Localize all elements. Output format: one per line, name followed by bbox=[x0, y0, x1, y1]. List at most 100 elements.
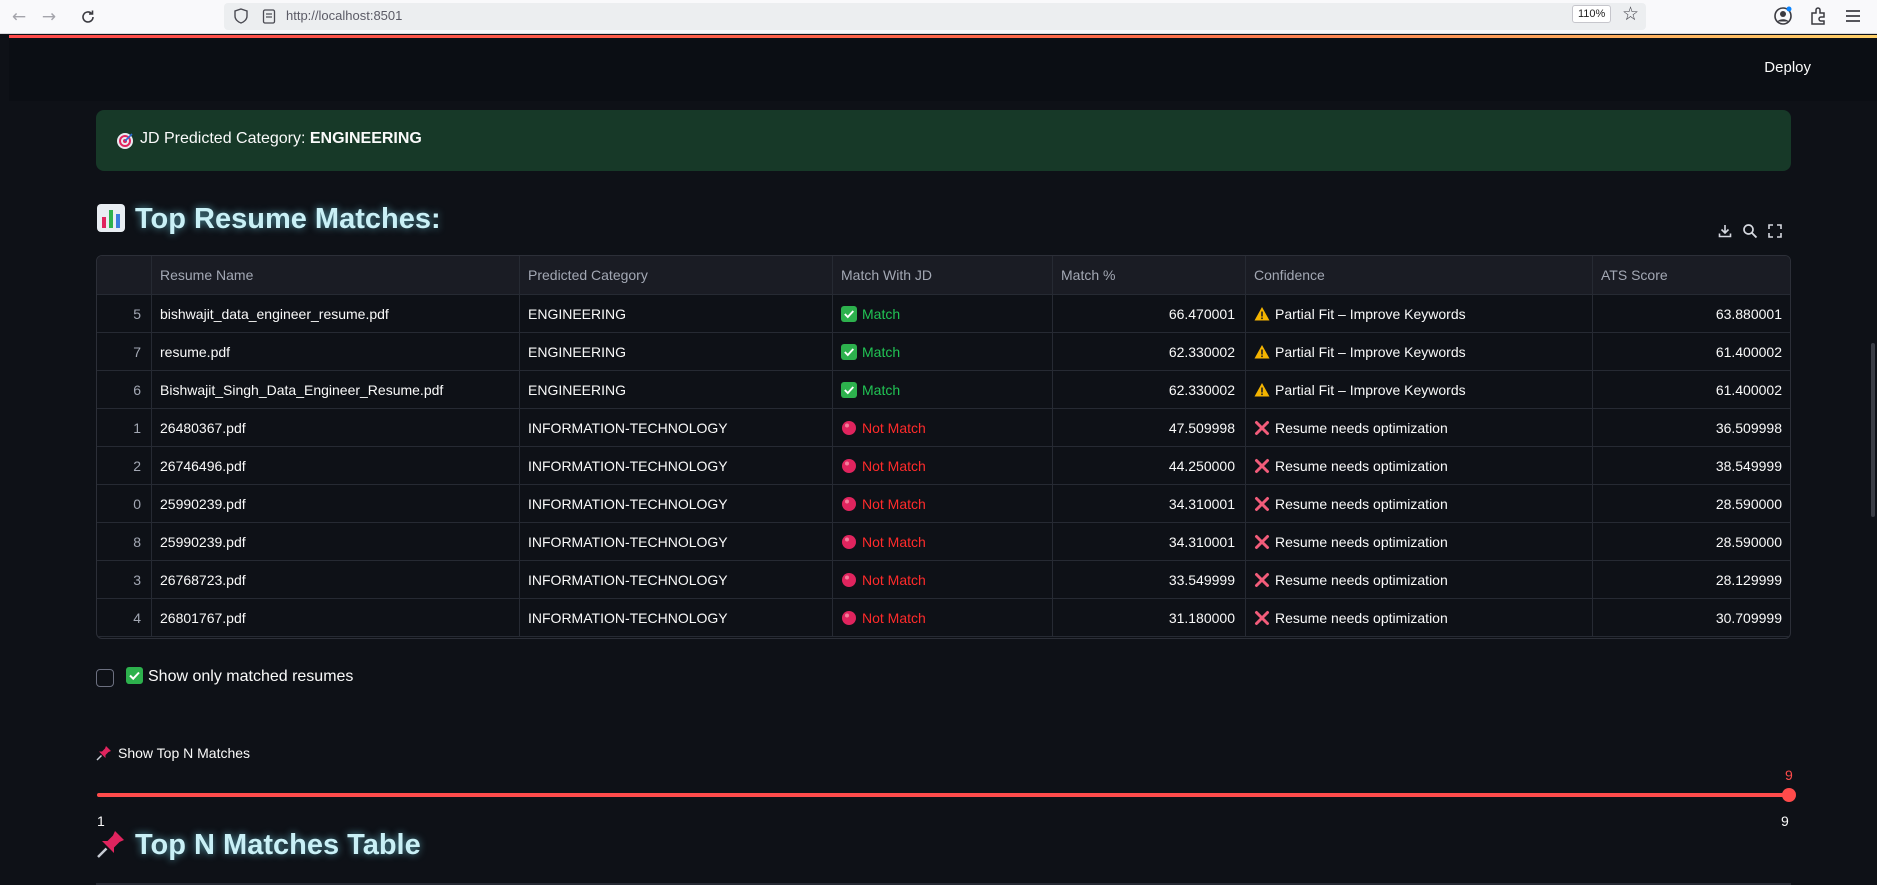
confidence-cell[interactable]: Partial Fit – Improve Keywords bbox=[1246, 333, 1593, 371]
column-header-match-percent[interactable]: Match % bbox=[1053, 256, 1246, 295]
resume-name-cell[interactable]: resume.pdf bbox=[152, 333, 520, 371]
table-row[interactable]: 5 bishwajit_data_engineer_resume.pdf ENGIN… bbox=[97, 295, 1790, 333]
ats-score-cell[interactable]: 28.129999 bbox=[1593, 561, 1790, 599]
match-status-cell[interactable]: Match bbox=[833, 371, 1053, 409]
resume-name-cell[interactable]: 25990239.pdf bbox=[152, 485, 520, 523]
table-row[interactable]: 7 resume.pdf ENGINEERING Match 62.330002 Part… bbox=[97, 333, 1790, 371]
forward-arrow-icon[interactable]: → bbox=[36, 5, 62, 29]
column-header-confidence[interactable]: Confidence bbox=[1246, 256, 1593, 295]
match-status-cell[interactable]: Not Match bbox=[833, 599, 1053, 637]
confidence-cell[interactable]: Resume needs optimization bbox=[1246, 523, 1593, 561]
confidence-cell[interactable]: Resume needs optimization bbox=[1246, 561, 1593, 599]
reload-icon[interactable] bbox=[75, 5, 101, 29]
match-status-cell[interactable]: Not Match bbox=[833, 561, 1053, 599]
resume-name-cell[interactable]: 26801767.pdf bbox=[152, 599, 520, 637]
page-info-icon[interactable] bbox=[262, 9, 276, 24]
row-index[interactable]: 8 bbox=[97, 523, 152, 561]
extensions-icon[interactable] bbox=[1807, 5, 1829, 27]
match-percent-cell[interactable]: 47.509998 bbox=[1053, 409, 1246, 447]
row-index[interactable]: 3 bbox=[97, 561, 152, 599]
predicted-category-cell[interactable]: ENGINEERING bbox=[520, 333, 833, 371]
match-percent-cell[interactable]: 62.330002 bbox=[1053, 371, 1246, 409]
resume-matches-table[interactable]: Resume Name Predicted Category Match Wit… bbox=[96, 255, 1791, 639]
column-header-index[interactable] bbox=[97, 256, 152, 295]
predicted-category-cell[interactable]: INFORMATION-TECHNOLOGY bbox=[520, 523, 833, 561]
match-status-cell[interactable]: Match bbox=[833, 333, 1053, 371]
menu-icon[interactable] bbox=[1842, 5, 1864, 27]
resume-name-cell[interactable]: Bishwajit_Singh_Data_Engineer_Resume.pdf bbox=[152, 371, 520, 409]
confidence-cell[interactable]: Partial Fit – Improve Keywords bbox=[1246, 371, 1593, 409]
column-header-resume-name[interactable]: Resume Name bbox=[152, 256, 520, 295]
zoom-level-badge[interactable]: 110% bbox=[1572, 5, 1612, 23]
ats-score-cell[interactable]: 28.590000 bbox=[1593, 523, 1790, 561]
url-text[interactable]: http://localhost:8501 bbox=[286, 8, 402, 23]
resume-name-cell[interactable]: bishwajit_data_engineer_resume.pdf bbox=[152, 295, 520, 333]
match-percent-cell[interactable]: 31.180000 bbox=[1053, 599, 1246, 637]
row-index[interactable]: 2 bbox=[97, 447, 152, 485]
scrollbar-thumb[interactable] bbox=[1871, 343, 1875, 517]
account-icon[interactable] bbox=[1772, 5, 1794, 27]
ats-score-cell[interactable]: 61.400002 bbox=[1593, 333, 1790, 371]
row-index[interactable]: 0 bbox=[97, 485, 152, 523]
back-arrow-icon[interactable]: ← bbox=[6, 5, 32, 29]
row-index[interactable]: 4 bbox=[97, 599, 152, 637]
resume-name-cell[interactable]: 26768723.pdf bbox=[152, 561, 520, 599]
match-percent-cell[interactable]: 66.470001 bbox=[1053, 295, 1246, 333]
predicted-category-cell[interactable]: INFORMATION-TECHNOLOGY bbox=[520, 447, 833, 485]
fullscreen-icon[interactable] bbox=[1767, 223, 1783, 239]
confidence-cell[interactable]: Resume needs optimization bbox=[1246, 409, 1593, 447]
column-header-predicted-category[interactable]: Predicted Category bbox=[520, 256, 833, 295]
predicted-category-cell[interactable]: INFORMATION-TECHNOLOGY bbox=[520, 561, 833, 599]
ats-score-cell[interactable]: 30.709999 bbox=[1593, 599, 1790, 637]
shield-icon[interactable] bbox=[234, 8, 248, 24]
ats-score-cell[interactable]: 63.880001 bbox=[1593, 295, 1790, 333]
checkbox-label[interactable]: Show only matched resumes bbox=[126, 667, 353, 686]
slider-thumb[interactable] bbox=[1782, 788, 1796, 802]
match-status-cell[interactable]: Not Match bbox=[833, 409, 1053, 447]
top-n-slider[interactable] bbox=[97, 788, 1796, 802]
ats-score-cell[interactable]: 28.590000 bbox=[1593, 485, 1790, 523]
predicted-category-cell[interactable]: INFORMATION-TECHNOLOGY bbox=[520, 485, 833, 523]
predicted-category-cell[interactable]: INFORMATION-TECHNOLOGY bbox=[520, 409, 833, 447]
table-row[interactable]: 1 26480367.pdf INFORMATION-TECHNOLOGY Not M… bbox=[97, 409, 1790, 447]
row-index[interactable]: 5 bbox=[97, 295, 152, 333]
match-status-cell[interactable]: Not Match bbox=[833, 485, 1053, 523]
confidence-cell[interactable]: Resume needs optimization bbox=[1246, 447, 1593, 485]
ats-score-cell[interactable]: 61.400002 bbox=[1593, 371, 1790, 409]
bookmark-star-icon[interactable]: ☆ bbox=[1622, 3, 1639, 25]
predicted-category-cell[interactable]: ENGINEERING bbox=[520, 371, 833, 409]
matched-only-checkbox[interactable] bbox=[96, 669, 114, 687]
resume-name-cell[interactable]: 25990239.pdf bbox=[152, 523, 520, 561]
table-row[interactable]: 8 25990239.pdf INFORMATION-TECHNOLOGY Not M… bbox=[97, 523, 1790, 561]
ats-score-cell[interactable]: 38.549999 bbox=[1593, 447, 1790, 485]
match-percent-cell[interactable]: 34.310001 bbox=[1053, 523, 1246, 561]
ats-score-cell[interactable]: 36.509998 bbox=[1593, 409, 1790, 447]
download-icon[interactable] bbox=[1717, 223, 1733, 239]
match-percent-cell[interactable]: 44.250000 bbox=[1053, 447, 1246, 485]
table-row[interactable]: 0 25990239.pdf INFORMATION-TECHNOLOGY Not M… bbox=[97, 485, 1790, 523]
match-status-cell[interactable]: Match bbox=[833, 295, 1053, 333]
table-row[interactable]: 3 26768723.pdf INFORMATION-TECHNOLOGY Not M… bbox=[97, 561, 1790, 599]
column-header-match-with-jd[interactable]: Match With JD bbox=[833, 256, 1053, 295]
search-icon[interactable] bbox=[1742, 223, 1758, 239]
row-index[interactable]: 1 bbox=[97, 409, 152, 447]
confidence-cell[interactable]: Partial Fit – Improve Keywords bbox=[1246, 295, 1593, 333]
table-row[interactable]: 2 26746496.pdf INFORMATION-TECHNOLOGY Not M… bbox=[97, 447, 1790, 485]
table-row[interactable]: 6 Bishwajit_Singh_Data_Engineer_Resume.pd… bbox=[97, 371, 1790, 409]
address-bar[interactable]: http://localhost:8501 bbox=[224, 3, 1646, 30]
row-index[interactable]: 6 bbox=[97, 371, 152, 409]
predicted-category-cell[interactable]: INFORMATION-TECHNOLOGY bbox=[520, 599, 833, 637]
match-status-cell[interactable]: Not Match bbox=[833, 447, 1053, 485]
match-percent-cell[interactable]: 34.310001 bbox=[1053, 485, 1246, 523]
resume-name-cell[interactable]: 26480367.pdf bbox=[152, 409, 520, 447]
row-index[interactable]: 7 bbox=[97, 333, 152, 371]
confidence-cell[interactable]: Resume needs optimization bbox=[1246, 485, 1593, 523]
table-row[interactable]: 4 26801767.pdf INFORMATION-TECHNOLOGY Not M… bbox=[97, 599, 1790, 637]
match-status-cell[interactable]: Not Match bbox=[833, 523, 1053, 561]
deploy-button[interactable]: Deploy bbox=[1764, 59, 1811, 76]
predicted-category-cell[interactable]: ENGINEERING bbox=[520, 295, 833, 333]
confidence-cell[interactable]: Resume needs optimization bbox=[1246, 599, 1593, 637]
scrollbar[interactable] bbox=[1867, 101, 1877, 885]
column-header-ats-score[interactable]: ATS Score bbox=[1593, 256, 1790, 295]
resume-name-cell[interactable]: 26746496.pdf bbox=[152, 447, 520, 485]
